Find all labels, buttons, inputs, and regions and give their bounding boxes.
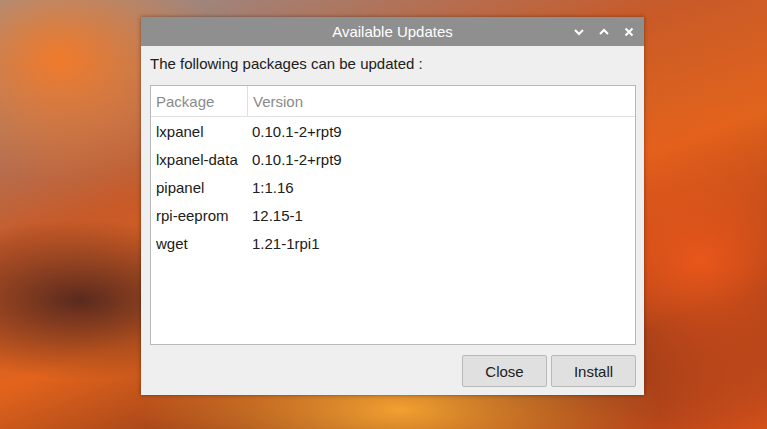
table-row[interactable]: pipanel1:1.16	[151, 173, 635, 201]
updates-window: Available Updates The following packages …	[141, 17, 644, 395]
table-row[interactable]: lxpanel0.10.1-2+rpt9	[151, 117, 635, 145]
package-cell: wget	[151, 235, 247, 252]
dialog-button[interactable]: Close	[462, 355, 547, 387]
table-row[interactable]: rpi-eeprom12.15-1	[151, 201, 635, 229]
version-cell: 1.21-1rpi1	[247, 235, 320, 252]
title-bar[interactable]: Available Updates	[141, 17, 644, 46]
desktop: Available Updates The following packages …	[0, 0, 767, 429]
package-cell: rpi-eeprom	[151, 207, 247, 224]
button-row: CloseInstall	[150, 355, 636, 387]
column-header[interactable]: Package	[151, 86, 248, 116]
table-header: PackageVersion	[151, 86, 635, 117]
version-cell: 1:1.16	[247, 179, 294, 196]
window-controls	[572, 17, 636, 46]
window-body: The following packages can be updated : P…	[141, 46, 644, 395]
table-row[interactable]: lxpanel-data0.10.1-2+rpt9	[151, 145, 635, 173]
dialog-button[interactable]: Install	[551, 355, 636, 387]
version-cell: 12.15-1	[247, 207, 303, 224]
version-cell: 0.10.1-2+rpt9	[247, 123, 342, 140]
package-cell: lxpanel	[151, 123, 247, 140]
close-x-icon[interactable]	[622, 25, 636, 39]
package-cell: pipanel	[151, 179, 247, 196]
minimize-chevron-icon[interactable]	[572, 25, 586, 39]
column-header[interactable]: Version	[248, 93, 303, 110]
package-cell: lxpanel-data	[151, 151, 247, 168]
window-title: Available Updates	[332, 23, 453, 40]
maximize-chevron-icon[interactable]	[597, 25, 611, 39]
message-label: The following packages can be updated :	[150, 55, 636, 75]
table-row[interactable]: wget1.21-1rpi1	[151, 229, 635, 257]
version-cell: 0.10.1-2+rpt9	[247, 151, 342, 168]
package-table: PackageVersionlxpanel0.10.1-2+rpt9lxpane…	[150, 85, 636, 345]
